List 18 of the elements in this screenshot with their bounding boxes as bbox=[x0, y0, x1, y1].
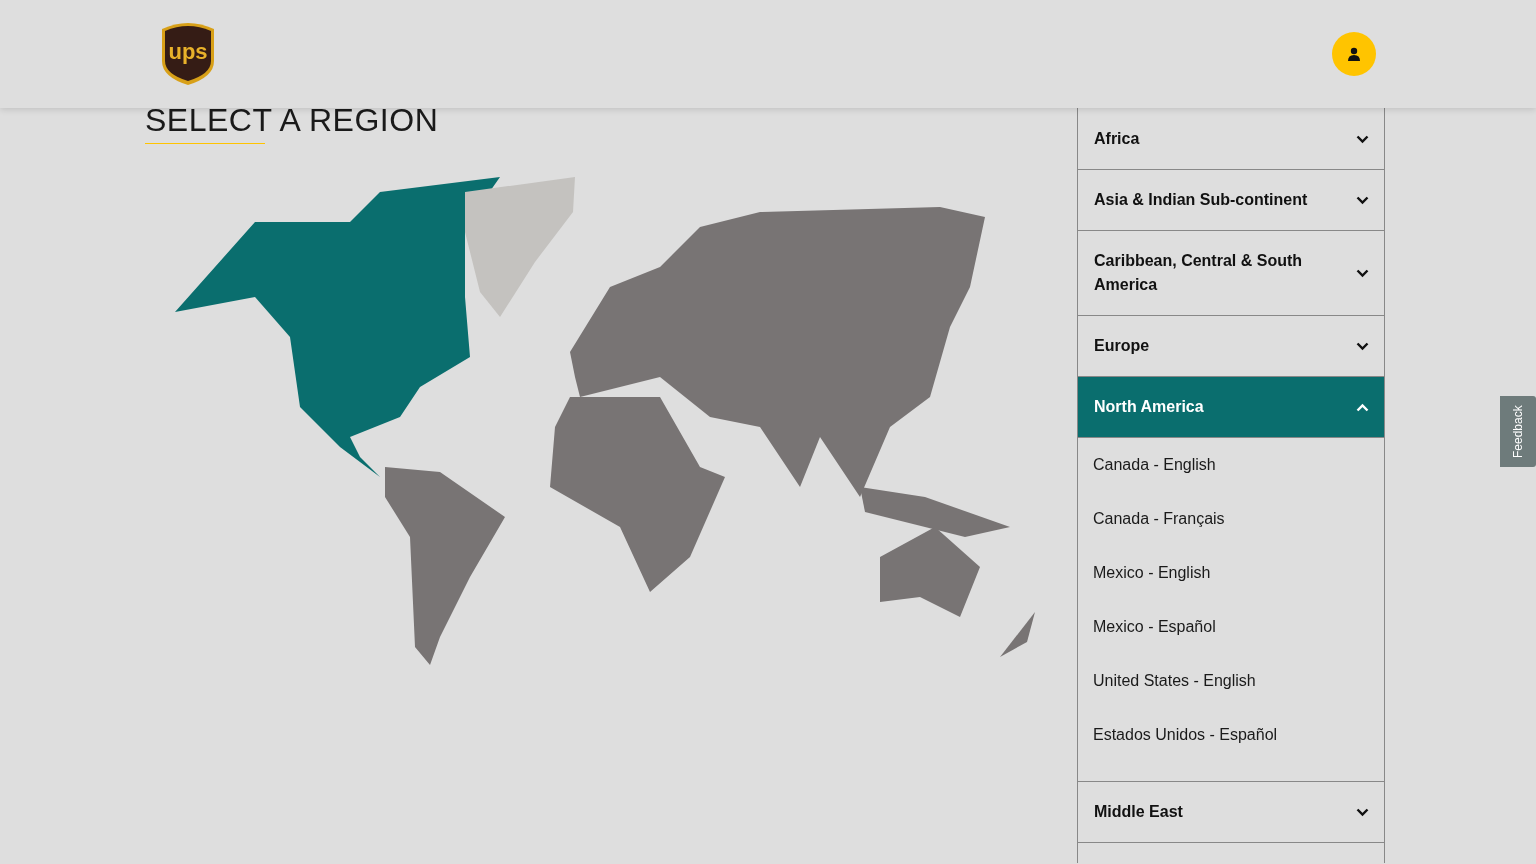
chevron-up-icon bbox=[1356, 402, 1369, 412]
region-header[interactable]: North America bbox=[1078, 377, 1384, 438]
country-language-link[interactable]: Canada - Français bbox=[1093, 507, 1225, 561]
country-language-link[interactable]: United States - English bbox=[1093, 669, 1256, 723]
feedback-tab[interactable]: Feedback bbox=[1500, 396, 1536, 467]
shield-logo[interactable]: ups bbox=[160, 21, 216, 87]
chevron-down-icon bbox=[1356, 341, 1369, 351]
country-language-link[interactable]: Estados Unidos - Español bbox=[1093, 723, 1278, 777]
country-language-link[interactable]: Mexico - English bbox=[1093, 561, 1211, 615]
country-language-link[interactable]: Mexico - Español bbox=[1093, 615, 1216, 669]
chevron-down-icon bbox=[1356, 195, 1369, 205]
chevron-down-icon bbox=[1356, 134, 1369, 144]
country-language-link[interactable]: Canada - English bbox=[1093, 453, 1216, 507]
person-icon bbox=[1347, 47, 1361, 61]
account-button[interactable] bbox=[1332, 32, 1376, 76]
chevron-down-icon bbox=[1356, 268, 1369, 278]
chevron-down-icon bbox=[1356, 807, 1369, 817]
page-title: SELECT A REGION bbox=[145, 106, 439, 134]
